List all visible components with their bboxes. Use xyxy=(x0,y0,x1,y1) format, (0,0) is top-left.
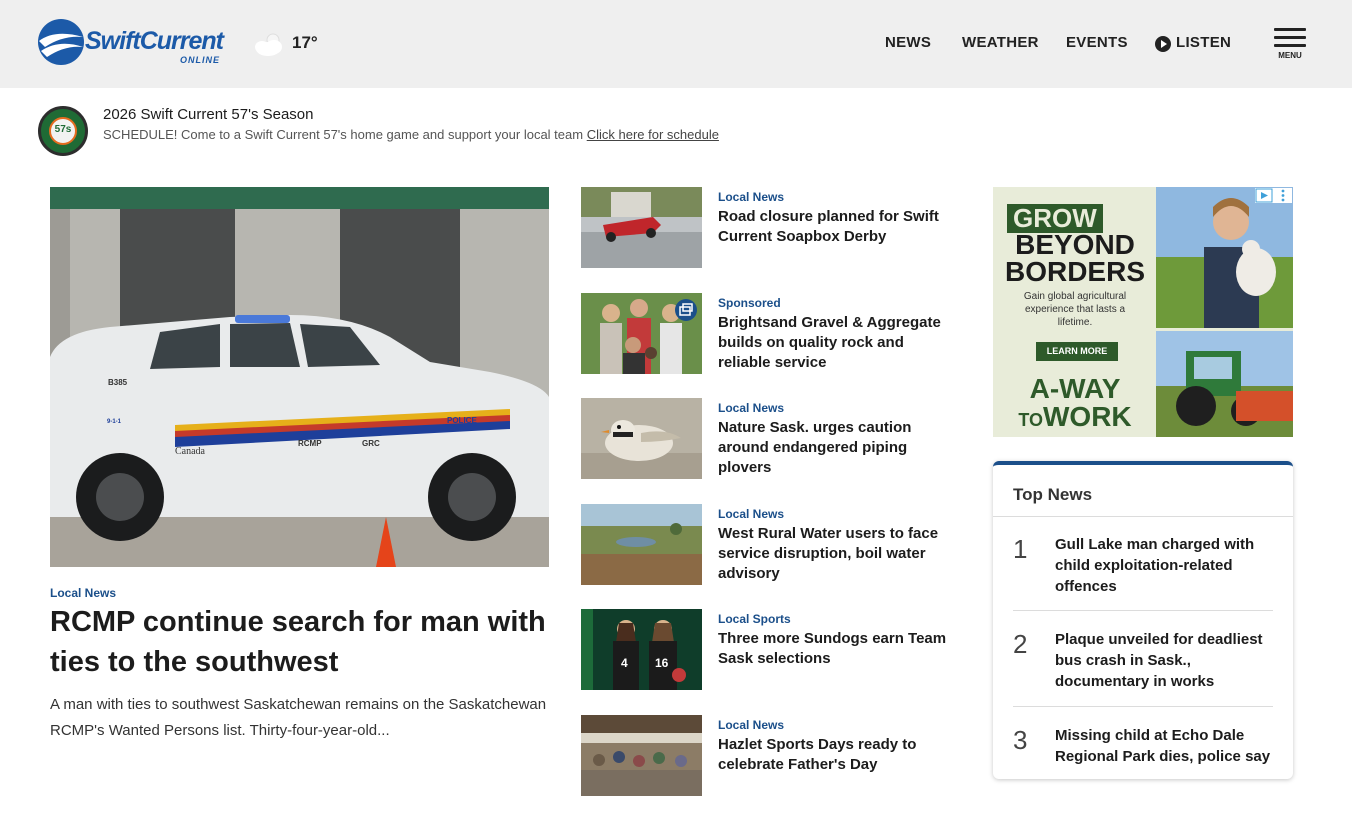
unit-number-text: B385 xyxy=(108,378,128,387)
hero-headline[interactable]: RCMP continue search for man with ties t… xyxy=(50,602,550,682)
team-logo-badge: 57s xyxy=(49,117,77,145)
promo-description-text: SCHEDULE! Come to a Swift Current 57's h… xyxy=(103,127,587,142)
story-title[interactable]: West Rural Water users to face service d… xyxy=(718,524,950,584)
ad-learn-more-button[interactable]: LEARN MORE xyxy=(1036,342,1118,361)
nav-events[interactable]: EVENTS xyxy=(1066,34,1128,51)
menu-button[interactable]: MENU xyxy=(1272,27,1308,61)
promo-description: SCHEDULE! Come to a Swift Current 57's h… xyxy=(103,127,719,142)
top-news-rank: 2 xyxy=(1013,629,1028,659)
partly-cloudy-icon xyxy=(255,33,282,56)
story-item[interactable]: Local News Road closure planned for Swif… xyxy=(581,187,961,269)
ad-beyond-text: BEYOND xyxy=(1015,229,1135,260)
top-news-headline[interactable]: Missing child at Echo Dale Regional Park… xyxy=(1055,725,1275,767)
hamburger-icon xyxy=(1274,28,1306,31)
story-item[interactable]: Local News West Rural Water users to fac… xyxy=(581,504,961,586)
rural-field-photo xyxy=(581,504,702,585)
team-logo[interactable]: 57s xyxy=(38,106,88,156)
ad-photo-tractor xyxy=(1156,331,1293,437)
emergency-number-text: 9-1-1 xyxy=(107,419,122,425)
top-news-title: Top News xyxy=(1013,485,1093,504)
nav-news[interactable]: NEWS xyxy=(885,34,931,51)
top-news-rank: 1 xyxy=(1013,534,1028,564)
hero-category[interactable]: Local News xyxy=(50,586,116,600)
top-news-panel: Top News 1 Gull Lake man charged with ch… xyxy=(993,461,1293,779)
top-news-headline[interactable]: Gull Lake man charged with child exploit… xyxy=(1055,534,1275,597)
hamburger-icon xyxy=(1274,36,1306,39)
hamburger-icon xyxy=(1274,44,1306,47)
site-header: SwiftCurrent ONLINE 17° NEWS WEATHER EVE… xyxy=(0,0,1352,88)
site-logo[interactable]: SwiftCurrent ONLINE xyxy=(37,17,242,69)
story-item[interactable]: Local News Nature Sask. urges caution ar… xyxy=(581,398,961,480)
hero-image[interactable]: POLICE RCMP GRC Canada B385 9-1-1 xyxy=(50,187,549,567)
swirl-logo-icon xyxy=(38,19,84,65)
story-title[interactable]: Road closure planned for Swift Current S… xyxy=(718,207,950,247)
logo-wordmark: SwiftCurrent xyxy=(85,27,224,55)
story-thumbnail xyxy=(581,398,702,479)
police-text: POLICE xyxy=(447,416,477,425)
rcmp-text: RCMP xyxy=(298,439,322,448)
story-category: Local News xyxy=(718,507,785,521)
story-title[interactable]: Hazlet Sports Days ready to celebrate Fa… xyxy=(718,735,950,775)
story-category: Local News xyxy=(718,718,785,732)
svg-text:4: 4 xyxy=(621,656,628,670)
story-title[interactable]: Brightsand Gravel & Aggregate builds on … xyxy=(718,313,950,373)
team-logo-text: 57s xyxy=(54,124,72,135)
story-category: Sponsored xyxy=(718,296,781,310)
top-news-rank: 3 xyxy=(1013,725,1028,755)
divider xyxy=(993,516,1293,517)
athletes-photo: 4 16 xyxy=(581,609,702,690)
grc-text: GRC xyxy=(362,439,380,448)
story-thumbnail xyxy=(581,504,702,585)
ad-choices-badge[interactable] xyxy=(1255,188,1292,203)
story-category: Local News xyxy=(718,190,785,204)
play-icon[interactable] xyxy=(1155,36,1171,52)
story-category: Local Sports xyxy=(718,612,791,626)
ad-tagline-text: Gain global agricultural experience that… xyxy=(1023,291,1127,328)
menu-label: MENU xyxy=(1278,51,1302,60)
story-item[interactable]: Local News Hazlet Sports Days ready to c… xyxy=(581,715,961,797)
nav-listen[interactable]: LISTEN xyxy=(1176,34,1231,51)
ad-work-text: WORK xyxy=(1043,401,1132,432)
story-category: Local News xyxy=(718,401,785,415)
ad-towork-text: TOWORK xyxy=(993,402,1157,435)
ad-away-text: A-WAY xyxy=(1029,373,1121,404)
soapbox-car-photo xyxy=(581,187,702,268)
piping-plover-photo xyxy=(581,398,702,479)
ad-borders-text: BORDERS xyxy=(1004,256,1145,287)
ad-to-text: TO xyxy=(1018,410,1043,430)
tractor-photo xyxy=(1156,331,1293,437)
crowd-photo xyxy=(581,715,702,796)
story-item[interactable]: Sponsored Brightsand Gravel & Aggregate … xyxy=(581,293,961,375)
hero-excerpt: A man with ties to southwest Saskatchewa… xyxy=(50,696,547,739)
story-title[interactable]: Three more Sundogs earn Team Sask select… xyxy=(718,629,950,669)
ad-headline: BEYOND BORDERS xyxy=(993,229,1157,287)
story-title[interactable]: Nature Sask. urges caution around endang… xyxy=(718,418,950,478)
canada-text: Canada xyxy=(175,446,206,457)
top-news-headline[interactable]: Plaque unveiled for deadliest bus crash … xyxy=(1055,629,1275,692)
woman-with-lamb-photo xyxy=(1156,187,1293,328)
nav-weather[interactable]: WEATHER xyxy=(962,34,1039,51)
ad-tagline: Gain global agricultural experience that… xyxy=(993,290,1157,329)
divider xyxy=(1013,610,1273,611)
police-vehicle-photo: POLICE RCMP GRC Canada B385 9-1-1 xyxy=(50,187,549,567)
story-thumbnail xyxy=(581,715,702,796)
divider xyxy=(1013,706,1273,707)
promo-title[interactable]: 2026 Swift Current 57's Season xyxy=(103,106,313,123)
story-item[interactable]: 4 16 Local Sports Three more Sundogs ear… xyxy=(581,609,961,691)
story-thumbnail: 4 16 xyxy=(581,609,702,690)
temperature[interactable]: 17° xyxy=(292,33,318,53)
promo-schedule-link[interactable]: Click here for schedule xyxy=(587,127,719,142)
gallery-icon xyxy=(675,299,697,321)
story-thumbnail xyxy=(581,187,702,268)
advertisement[interactable]: GROW BEYOND BORDERS Gain global agricult… xyxy=(993,187,1293,437)
logo-subtitle: ONLINE xyxy=(180,55,221,65)
ad-photo-woman-lamb xyxy=(1156,187,1293,328)
adchoices-icon xyxy=(1255,188,1285,203)
svg-text:16: 16 xyxy=(655,656,669,670)
